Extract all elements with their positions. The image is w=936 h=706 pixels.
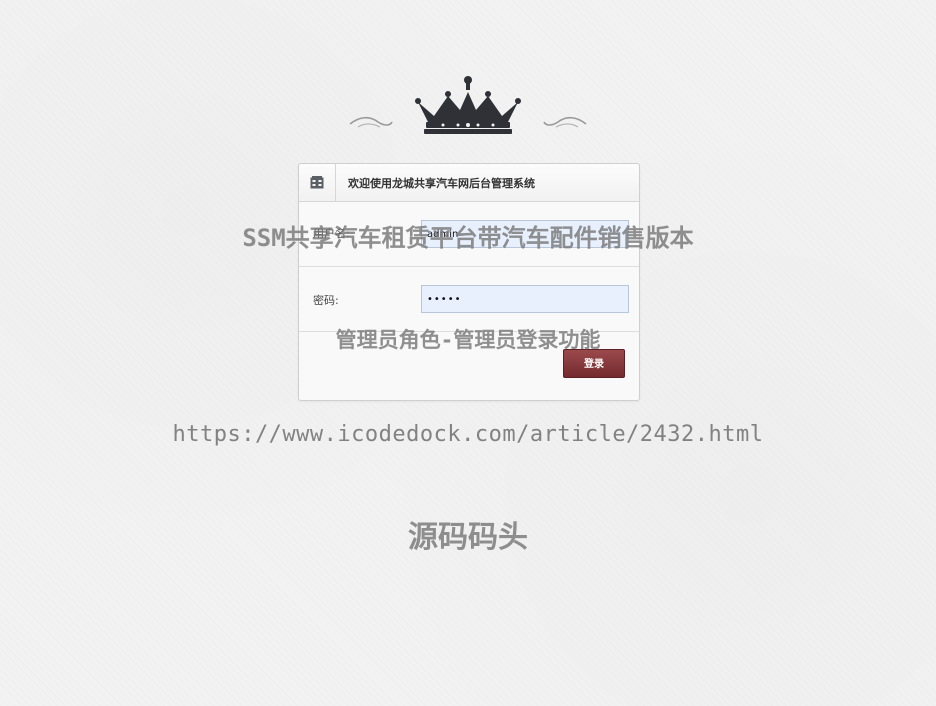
- login-panel: 欢迎使用龙城共享汽车网后台管理系统 用户名: 密码: 登录: [298, 163, 640, 401]
- watermark-title: SSM共享汽车租赁平台带汽车配件销售版本: [242, 224, 694, 252]
- watermark-subtitle: 管理员角色-管理员登录功能: [335, 328, 601, 352]
- password-input[interactable]: [421, 285, 629, 313]
- building-icon: [310, 176, 324, 189]
- header-icon-cell: [299, 164, 336, 201]
- password-label: 密码:: [313, 294, 339, 307]
- crown-ornament-icon: [348, 72, 588, 138]
- login-header: 欢迎使用龙城共享汽车网后台管理系统: [299, 164, 639, 202]
- watermark-brand: 源码码头: [408, 520, 528, 555]
- password-row: 密码:: [299, 267, 639, 332]
- watermark-url: https://www.icodedock.com/article/2432.h…: [172, 422, 764, 447]
- login-title: 欢迎使用龙城共享汽车网后台管理系统: [348, 177, 535, 190]
